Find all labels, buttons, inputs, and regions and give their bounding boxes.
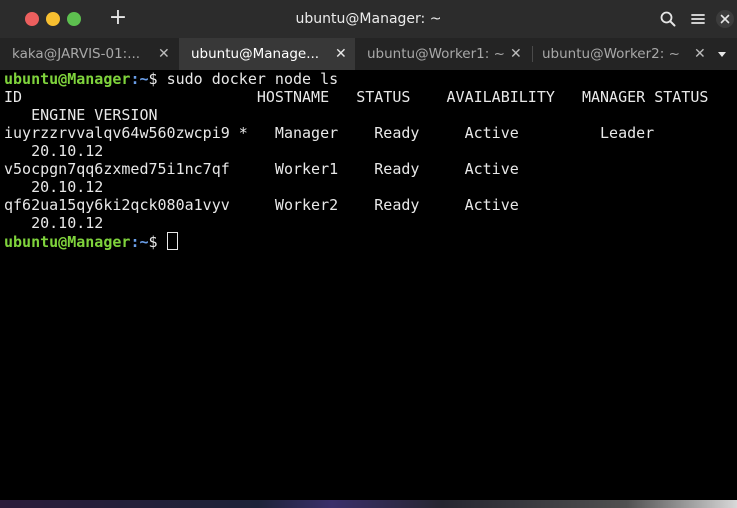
prompt-symbol: $ [148,70,167,88]
window-title: ubuntu@Manager: ~ [295,11,442,27]
command-line: ubuntu@Manager:~$ sudo docker node ls [4,70,338,88]
tab-label: ubuntu@Manage... [191,46,320,62]
scrollbar[interactable] [730,70,737,508]
scrollbar-thumb[interactable] [732,70,736,502]
prompt-user: ubuntu@Manager [4,70,131,88]
tab-kaka-jarvis[interactable]: kaka@JARVIS-01:... ✕ [0,38,179,70]
terminal-output[interactable]: ubuntu@Manager:~$ sudo docker node ls ID… [0,70,730,508]
tab-close-icon[interactable]: ✕ [694,38,706,70]
chevron-down-icon [718,52,726,57]
close-window-button[interactable] [715,9,735,29]
title-bar: + ubuntu@Manager: ~ [0,0,737,39]
tab-close-icon[interactable]: ✕ [510,38,522,70]
table-row-wrap: 20.10.12 [4,214,104,232]
prompt-symbol: $ [148,233,167,251]
tab-ubuntu-manager[interactable]: ubuntu@Manage... ✕ [179,38,355,70]
table-row-wrap: 20.10.12 [4,142,104,160]
tab-ubuntu-worker2[interactable]: ubuntu@Worker2: ~ ✕ [532,38,712,70]
text-cursor [166,232,178,250]
table-row: qf62ua15qy6ki2qck080a1vyv Worker2 Ready … [4,196,519,214]
menu-button[interactable] [688,9,708,29]
tab-ubuntu-worker1[interactable]: ubuntu@Worker1: ~ ✕ [355,38,532,70]
table-row: v5ocpgn7qq6zxmed75i1nc7qf Worker1 Ready … [4,160,519,178]
tab-label: ubuntu@Worker2: ~ [542,46,680,62]
table-row-wrap: 20.10.12 [4,178,104,196]
search-icon [660,11,676,27]
command-text: sudo docker node ls [166,70,339,88]
desktop-background-strip [0,500,737,508]
tab-close-icon[interactable]: ✕ [335,38,347,70]
table-header-wrap: ENGINE VERSION [4,106,158,124]
tab-label: kaka@JARVIS-01:... [12,46,141,62]
tab-close-icon[interactable]: ✕ [158,38,170,70]
search-button[interactable] [658,9,678,29]
close-icon [716,10,734,28]
prompt-path: :~ [130,233,149,251]
table-row: iuyrzzrvvalqv64w560zwcpi9 * Manager Read… [4,124,655,142]
table-header: ID HOSTNAME STATUS AVAILABILITY MANAGER … [4,88,709,106]
prompt-path: :~ [130,70,149,88]
current-prompt-line: ubuntu@Manager:~$ [4,232,178,251]
tab-bar: kaka@JARVIS-01:... ✕ ubuntu@Manage... ✕ … [0,38,737,70]
hamburger-menu-icon [691,14,705,24]
tab-list-dropdown[interactable] [712,38,732,70]
tab-label: ubuntu@Worker1: ~ [367,46,505,62]
prompt-user: ubuntu@Manager [4,233,131,251]
terminal-window: + ubuntu@Manager: ~ kaka@JARVIS-01:... ✕… [0,0,737,508]
